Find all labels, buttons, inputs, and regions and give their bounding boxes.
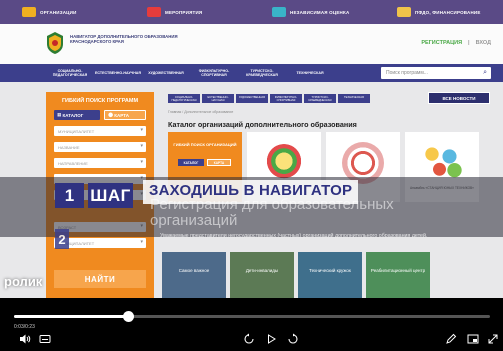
- time-display: 0:03/0:23: [14, 324, 35, 330]
- miniplayer-icon[interactable]: [466, 333, 480, 345]
- site-search-field: Поиск программ... ⌕: [381, 67, 491, 79]
- topstrip-item-organizations: ОРГАНИЗАЦИИ: [0, 0, 125, 24]
- subtitles-icon[interactable]: [38, 333, 52, 345]
- direction-tab: ХУДОЖЕСТВЕННАЯ: [236, 94, 268, 103]
- nav-item: ХУДОЖЕСТВЕННАЯ: [148, 71, 184, 75]
- nav-item: ТУРИСТСКО-КРАЕВЕДЧЕСКАЯ: [246, 69, 278, 77]
- direction-select: НАПРАВЛЕНИЕ: [54, 158, 146, 168]
- pen-icon[interactable]: [444, 333, 458, 345]
- video-frame[interactable]: ОРГАНИЗАЦИИ МЕРОПРИЯТИЯ НЕЗАВИСИМАЯ ОЦЕН…: [0, 0, 503, 298]
- card-map-button: КАРТА: [207, 159, 231, 166]
- organizations-icon: [22, 7, 36, 17]
- rewind-icon[interactable]: [242, 333, 256, 345]
- find-button: НАЙТИ: [54, 270, 146, 288]
- catalog-title: Каталог организаций дополнительного обра…: [168, 120, 357, 129]
- notice-text: Уважаемые представители негосударственны…: [160, 233, 428, 239]
- assessment-icon: [272, 7, 286, 17]
- progress-fill: [14, 315, 129, 318]
- org-search-card-title: ГИБКИЙ ПОИСК ОРГАНИЗАЦИЙ: [173, 142, 237, 147]
- direction-tab: ЕСТЕСТВЕННО-НАУЧНАЯ: [202, 94, 234, 103]
- financing-icon: [397, 7, 411, 17]
- progress-bar[interactable]: [14, 311, 490, 322]
- search-icon: ⌕: [483, 69, 487, 76]
- step-2-number: 2: [55, 229, 69, 249]
- volume-icon[interactable]: [18, 333, 32, 345]
- nav-item: ФИЗКУЛЬТУРНО-СПОРТИВНАЯ: [198, 69, 230, 77]
- register-link: РЕГИСТРАЦИЯ: [421, 40, 463, 46]
- site-nav: СОЦИАЛЬНО-ПЕДАГОГИЧЕСКАЯ ЕСТЕСТВЕННО-НАУ…: [0, 64, 503, 82]
- topstrip-item-assessment: НЕЗАВИСИМАЯ ОЦЕНКА: [250, 0, 375, 24]
- step-slogan: ЗАХОДИШЬ В НАВИГАТОР: [143, 180, 359, 204]
- nav-item: ЕСТЕСТВЕННО-НАУЧНАЯ: [95, 71, 141, 75]
- card-catalog-button: КАТАЛОГ: [178, 159, 204, 166]
- video-caption: ролик: [4, 274, 43, 289]
- breadcrumb: Главная / Дополнительное образование: [168, 110, 234, 114]
- step-number: 1: [55, 183, 84, 208]
- site-header: НАВИГАТОР ДОПОЛНИТЕЛЬНОГО ОБРАЗОВАНИЯ КР…: [0, 24, 503, 64]
- info-tile: Технический кружок: [298, 252, 362, 298]
- map-button: ⬤ КАРТА: [104, 110, 146, 120]
- auth-links: РЕГИСТРАЦИЯ | ВХОД: [421, 40, 491, 46]
- step-label: ШАГ: [88, 183, 133, 208]
- direction-tab: ФИЗКУЛЬТУРНО-СПОРТИВНАЯ: [270, 94, 302, 103]
- video-player[interactable]: ОРГАНИЗАЦИИ МЕРОПРИЯТИЯ НЕЗАВИСИМАЯ ОЦЕН…: [0, 0, 503, 351]
- events-icon: [147, 7, 161, 17]
- direction-tab: ТУРИСТСКО-КРАЕВЕДЧЕСКАЯ: [304, 94, 336, 103]
- info-tile: Самое важное: [162, 252, 226, 298]
- auth-separator: |: [468, 40, 470, 46]
- nav-item: СОЦИАЛЬНО-ПЕДАГОГИЧЕСКАЯ: [52, 69, 88, 77]
- catalog-button: ▦ КАТАЛОГ: [54, 110, 100, 120]
- topstrip-item-events: МЕРОПРИЯТИЯ: [125, 0, 250, 24]
- direction-tab: СОЦИАЛЬНО-ПЕДАГОГИЧЕСКАЯ: [168, 94, 200, 103]
- all-news-button: ВСЕ НОВОСТИ: [428, 92, 490, 104]
- fullscreen-icon[interactable]: [486, 333, 500, 345]
- info-tile: Реабилитационный центр: [366, 252, 430, 298]
- site-top-strip: ОРГАНИЗАЦИИ МЕРОПРИЯТИЯ НЕЗАВИСИМАЯ ОЦЕН…: [0, 0, 503, 24]
- flexible-search-title: ГИБКИЙ ПОИСК ПРОГРАММ: [61, 98, 139, 104]
- direction-tab: ТЕХНИЧЕСКАЯ: [338, 94, 370, 103]
- info-tiles: Самое важное Дети-инвалиды Технический к…: [154, 252, 503, 298]
- progress-knob[interactable]: [122, 311, 134, 322]
- info-tile: Дети-инвалиды: [230, 252, 294, 298]
- login-link: ВХОД: [475, 40, 491, 46]
- name-select: НАЗВАНИЕ: [54, 142, 146, 152]
- coat-of-arms-logo: [47, 32, 63, 54]
- site-name: НАВИГАТОР ДОПОЛНИТЕЛЬНОГО ОБРАЗОВАНИЯ КР…: [70, 34, 178, 44]
- forward-icon[interactable]: [286, 333, 300, 345]
- player-controls: 0:03/0:23: [0, 298, 503, 351]
- municipality-select: МУНИЦИПАЛИТЕТ: [54, 126, 146, 136]
- direction-tabs: СОЦИАЛЬНО-ПЕДАГОГИЧЕСКАЯ ЕСТЕСТВЕННО-НАУ…: [168, 94, 370, 103]
- play-icon[interactable]: [264, 333, 278, 345]
- topstrip-item-financing: ПФДО, ФИНАНСИРОВАНИЕ: [375, 0, 500, 24]
- nav-item: ТЕХНИЧЕСКАЯ: [296, 71, 324, 75]
